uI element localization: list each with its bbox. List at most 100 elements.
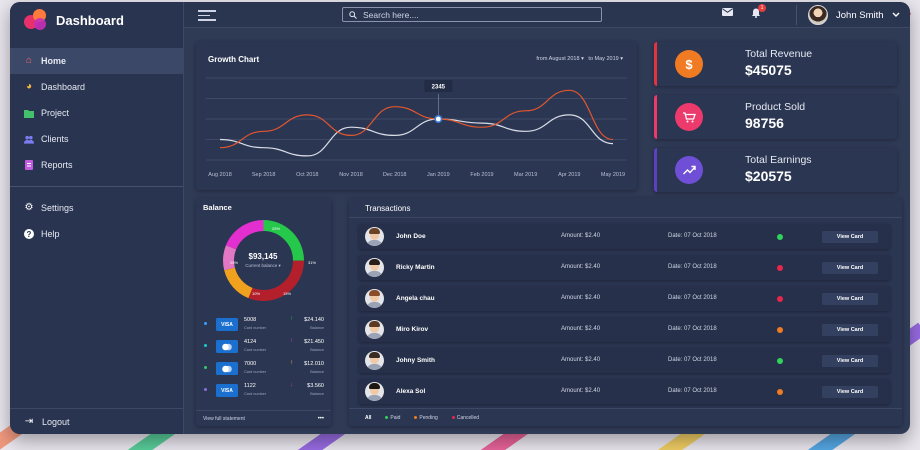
donut-pct: 25% <box>272 226 281 231</box>
table-row[interactable]: John Doe Amount: $2.40 Date: 07 Oct 2018… <box>359 224 890 249</box>
row-name: Miro Kirov <box>396 326 429 333</box>
card-item[interactable]: VISA 1122 Card number ↓ $3.560 Balance <box>204 382 324 402</box>
row-amount: Amount: $2.40 <box>561 264 601 270</box>
brand: Dashboard <box>10 2 183 38</box>
card-balance: $24.140 <box>304 317 324 323</box>
sidebar-item-label: Project <box>41 108 70 118</box>
card-dot <box>204 388 207 391</box>
status-dot <box>777 265 783 271</box>
sidebar: Dashboard ⌂ Home ◕ Dashboard Project Cli… <box>10 2 184 434</box>
trend-icon <box>675 156 703 184</box>
sidebar-nav: ⌂ Home ◕ Dashboard Project Clients Repor… <box>10 48 183 247</box>
table-row[interactable]: Ricky Martin Amount: $2.40 Date: 07 Oct … <box>359 255 890 280</box>
status-dot <box>777 327 783 333</box>
card-balance-label: Balance <box>310 348 324 352</box>
transactions-filter-bar: All Paid Pending Cancelled <box>349 408 902 426</box>
stat-value: $20575 <box>745 168 792 184</box>
view-card-button[interactable]: View Card <box>822 355 878 367</box>
filter-cancelled[interactable]: Cancelled <box>451 415 479 421</box>
transactions-card: Transactions John Doe Amount: $2.40 Date… <box>349 198 902 426</box>
menu-toggle-icon[interactable] <box>198 10 216 24</box>
card-balance-label: Balance <box>310 326 324 330</box>
reports-icon <box>24 160 34 170</box>
stat-card-earnings: Total Earnings $20575 <box>654 148 897 192</box>
sidebar-item-dashboard[interactable]: ◕ Dashboard <box>10 74 183 100</box>
search-icon <box>349 6 357 24</box>
x-tick-label: Dec 2018 <box>383 172 407 178</box>
balance-card: Balance $93,145 Current balance ▾ 25% 31… <box>196 198 331 426</box>
growth-chart-card: Growth Chart from August 2018 ▾ to May 2… <box>196 42 637 190</box>
balance-subtitle[interactable]: Current balance ▾ <box>233 263 293 269</box>
card-dot <box>204 366 207 369</box>
view-card-button[interactable]: View Card <box>822 293 878 305</box>
x-tick-label: Oct 2018 <box>296 172 318 178</box>
help-icon: ? <box>24 229 34 239</box>
filter-paid[interactable]: Paid <box>385 415 400 421</box>
table-row[interactable]: Alexa Sol Amount: $2.40 Date: 07 Oct 201… <box>359 379 890 404</box>
stat-label: Total Earnings <box>745 154 812 166</box>
sidebar-item-label: Settings <box>41 203 74 213</box>
table-row[interactable]: Johny Smith Amount: $2.40 Date: 07 Oct 2… <box>359 348 890 373</box>
series-line-0 <box>219 114 614 157</box>
view-card-button[interactable]: View Card <box>822 386 878 398</box>
table-row[interactable]: Angela chau Amount: $2.40 Date: 07 Oct 2… <box>359 286 890 311</box>
x-tick-label: Feb 2019 <box>470 172 493 178</box>
row-amount: Amount: $2.40 <box>561 388 601 394</box>
users-icon <box>24 134 34 144</box>
donut-pct: 15% <box>283 291 292 296</box>
card-item[interactable]: VISA 5008 Card number ↑ $24.140 Balance <box>204 316 324 336</box>
card-number: 7000 <box>244 361 257 367</box>
mail-icon[interactable] <box>722 8 733 21</box>
highlight-point[interactable] <box>434 115 443 124</box>
card-dot <box>204 344 207 347</box>
card-balance-label: Balance <box>310 392 324 396</box>
view-card-button[interactable]: View Card <box>822 231 878 243</box>
row-name: Johny Smith <box>396 357 436 364</box>
sidebar-item-reports[interactable]: Reports <box>10 152 183 178</box>
view-card-button[interactable]: View Card <box>822 324 878 336</box>
avatar <box>365 289 384 308</box>
status-dot <box>777 234 783 240</box>
search-box[interactable] <box>342 7 602 22</box>
app-title: Dashboard <box>56 12 124 28</box>
filter-all[interactable]: All <box>365 415 371 421</box>
donut-pct: 31% <box>308 260 317 265</box>
card-item[interactable]: 7000 Card number ↑ $12.010 Balance <box>204 360 324 380</box>
row-name: Alexa Sol <box>396 388 426 395</box>
status-dot <box>777 296 783 302</box>
bell-icon[interactable]: 1 <box>751 4 766 21</box>
dashboard-window: Dashboard ⌂ Home ◕ Dashboard Project Cli… <box>10 2 910 434</box>
topbar-icons: 1 <box>722 4 766 21</box>
row-date: Date: 07 Oct 2018 <box>668 388 717 394</box>
avatar <box>365 382 384 401</box>
sidebar-item-home[interactable]: ⌂ Home <box>10 48 183 74</box>
user-menu[interactable]: John Smith <box>808 5 900 25</box>
sidebar-item-project[interactable]: Project <box>10 100 183 126</box>
arrow-up-icon: ↑ <box>290 316 293 322</box>
row-name: Ricky Martin <box>396 264 435 271</box>
view-card-button[interactable]: View Card <box>822 262 878 274</box>
logout-button[interactable]: ⇥ Logout <box>10 408 184 434</box>
topbar-divider <box>796 5 797 25</box>
sidebar-item-clients[interactable]: Clients <box>10 126 183 152</box>
card-number: 1122 <box>244 383 256 389</box>
arrow-up-icon: ↑ <box>290 360 293 366</box>
card-number-label: Card number <box>244 326 267 330</box>
stat-label: Total Revenue <box>745 48 813 60</box>
notification-badge: 1 <box>758 4 766 12</box>
table-row[interactable]: Miro Kirov Amount: $2.40 Date: 07 Oct 20… <box>359 317 890 342</box>
view-statement-link[interactable]: View full statement <box>203 416 245 422</box>
more-icon[interactable]: ••• <box>318 416 324 422</box>
visa-icon: VISA <box>216 384 238 397</box>
card-item[interactable]: 4124 Card number ↑ $21.450 Balance <box>204 338 324 358</box>
stat-card-revenue: $ Total Revenue $45075 <box>654 42 897 86</box>
filter-pending[interactable]: Pending <box>414 415 438 421</box>
row-amount: Amount: $2.40 <box>561 233 601 239</box>
balance-title: Balance <box>203 203 232 212</box>
card-balance: $12.010 <box>304 361 324 367</box>
sidebar-item-help[interactable]: ? Help <box>10 221 183 247</box>
search-input[interactable] <box>363 9 593 20</box>
folder-icon <box>24 108 34 118</box>
row-date: Date: 07 Oct 2018 <box>668 326 717 332</box>
sidebar-item-settings[interactable]: ⚙ Settings <box>10 195 183 221</box>
